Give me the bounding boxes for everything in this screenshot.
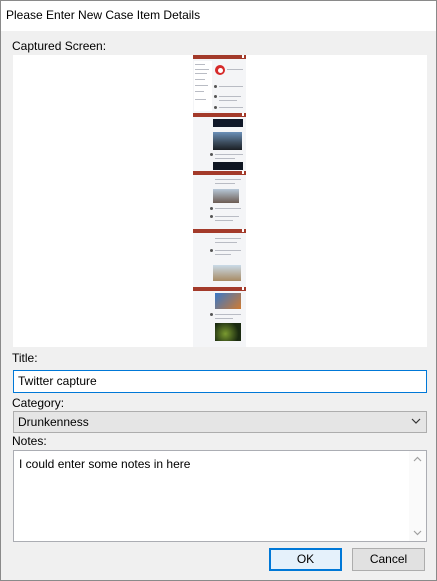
title-input[interactable] [14, 371, 418, 390]
scroll-down-icon[interactable] [413, 528, 422, 537]
capture-page-4 [193, 229, 246, 287]
title-label: Title: [12, 351, 38, 365]
notes-text: I could enter some notes in here [19, 457, 191, 471]
title-input-box[interactable] [13, 370, 427, 393]
dialog-title: Please Enter New Case Item Details [6, 8, 201, 22]
captured-screen-label: Captured Screen: [12, 39, 107, 53]
captured-screenshot-thumbnail [193, 55, 246, 347]
category-select[interactable]: Drunkenness [13, 411, 427, 433]
notes-textarea[interactable]: I could enter some notes in here [13, 450, 427, 542]
case-item-dialog: Please Enter New Case Item Details Captu… [0, 0, 437, 581]
cancel-button[interactable]: Cancel [352, 548, 425, 571]
chevron-down-icon [411, 418, 421, 424]
scroll-up-icon[interactable] [413, 455, 422, 464]
category-label: Category: [12, 396, 65, 410]
capture-page-1 [193, 55, 246, 113]
capture-page-2 [193, 113, 246, 171]
title-bar: Please Enter New Case Item Details [1, 1, 436, 31]
ok-button[interactable]: OK [269, 548, 342, 571]
captured-screen-preview [13, 55, 427, 347]
capture-page-3 [193, 171, 246, 229]
notes-label: Notes: [12, 434, 47, 448]
notes-scrollbar[interactable] [409, 451, 426, 541]
category-selected-value: Drunkenness [18, 415, 89, 429]
capture-page-5 [193, 287, 246, 347]
